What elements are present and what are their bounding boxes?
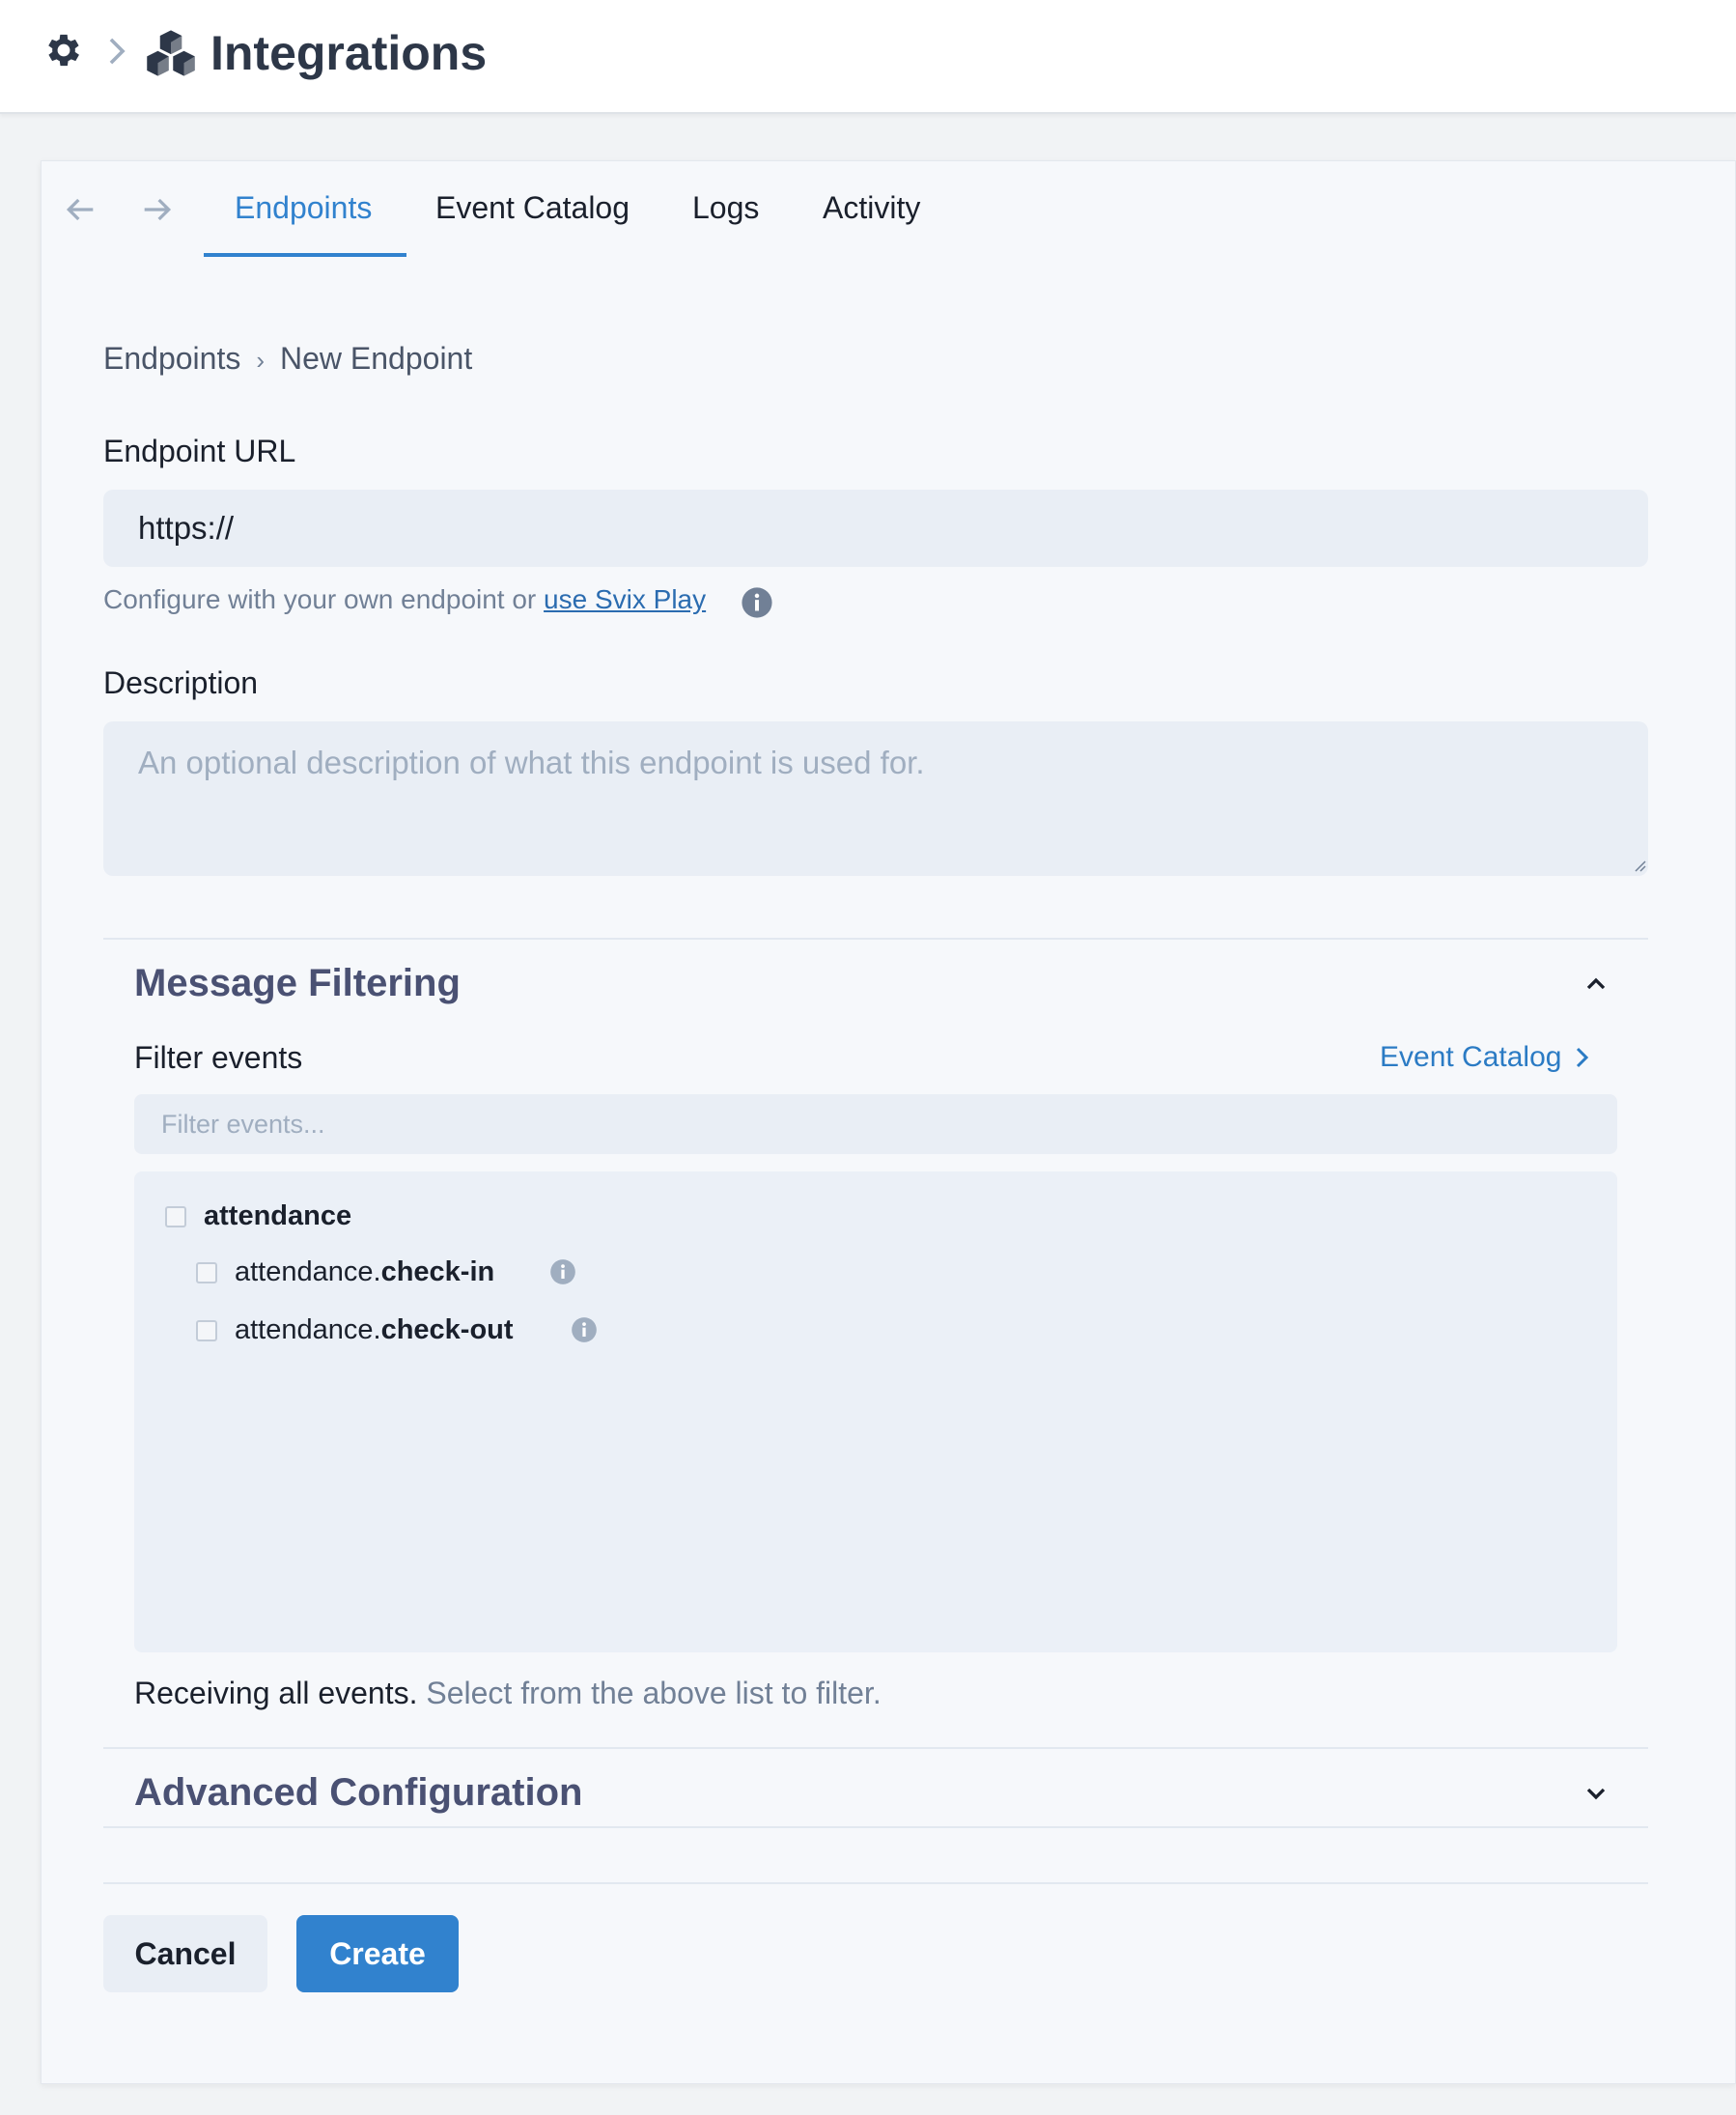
arrow-right-icon[interactable]: [138, 190, 177, 229]
page-title: Integrations: [210, 26, 488, 80]
description-label: Description: [103, 665, 259, 700]
checkbox-attendance-check-in[interactable]: [196, 1262, 217, 1283]
advanced-configuration-title[interactable]: Advanced Configuration: [134, 1768, 582, 1817]
chevron-right-icon: [109, 38, 126, 65]
info-icon[interactable]: [571, 1316, 598, 1343]
endpoint-url-label: Endpoint URL: [103, 434, 296, 468]
tab-activity[interactable]: Activity: [823, 188, 920, 227]
breadcrumb-current: New Endpoint: [280, 341, 473, 376]
event-catalog-link[interactable]: Event Catalog: [1380, 1038, 1592, 1077]
filter-status-text: Receiving all events. Select from the ab…: [134, 1676, 882, 1710]
event-list: attendance attendance.check-in attendanc…: [134, 1171, 1617, 1652]
breadcrumb-endpoints-link[interactable]: Endpoints: [103, 339, 240, 378]
info-icon[interactable]: [741, 586, 773, 619]
message-filtering-title[interactable]: Message Filtering: [134, 959, 461, 1007]
resize-handle-icon[interactable]: [1631, 857, 1646, 872]
create-button[interactable]: Create: [296, 1915, 459, 1992]
svix-play-link[interactable]: use Svix Play: [544, 584, 706, 614]
chevron-right-icon[interactable]: [1573, 1045, 1592, 1070]
main-card: Endpoints Event Catalog Logs Activity En…: [41, 160, 1736, 2084]
divider: [103, 1747, 1648, 1749]
tab-logs[interactable]: Logs: [692, 188, 759, 227]
chevron-up-icon[interactable]: [1581, 969, 1611, 1000]
event-catalog-link-label[interactable]: Event Catalog: [1380, 1038, 1561, 1077]
divider: [103, 1882, 1648, 1884]
endpoint-helper-text: Configure with your own endpoint or use …: [103, 580, 706, 619]
event-check-out-label: attendance.check-out: [235, 1314, 514, 1345]
event-group-label: attendance: [204, 1200, 352, 1231]
event-check-in-label: attendance.check-in: [235, 1256, 495, 1287]
cubes-icon: [147, 30, 195, 76]
checkbox-attendance[interactable]: [165, 1206, 186, 1227]
tab-endpoints[interactable]: Endpoints: [235, 188, 372, 227]
filter-events-input[interactable]: Filter events...: [134, 1094, 1617, 1154]
endpoint-url-input[interactable]: https://: [103, 490, 1648, 567]
breadcrumb-separator: ›: [256, 346, 265, 375]
arrow-left-icon[interactable]: [61, 190, 99, 229]
filter-events-label: Filter events: [134, 1040, 303, 1075]
checkbox-attendance-check-out[interactable]: [196, 1320, 217, 1341]
helper-prefix: Configure with your own endpoint or: [103, 584, 545, 614]
chevron-down-icon[interactable]: [1581, 1778, 1611, 1809]
top-header: Integrations: [0, 0, 1736, 114]
cancel-button[interactable]: Cancel: [103, 1915, 267, 1992]
divider: [103, 938, 1648, 940]
info-icon[interactable]: [549, 1258, 576, 1285]
divider: [103, 1826, 1648, 1828]
tab-event-catalog[interactable]: Event Catalog: [435, 188, 630, 227]
gear-icon[interactable]: [42, 29, 85, 71]
description-textarea[interactable]: An optional description of what this end…: [103, 721, 1648, 876]
breadcrumb: Endpoints › New Endpoint: [103, 339, 472, 380]
active-tab-indicator: [204, 253, 406, 257]
